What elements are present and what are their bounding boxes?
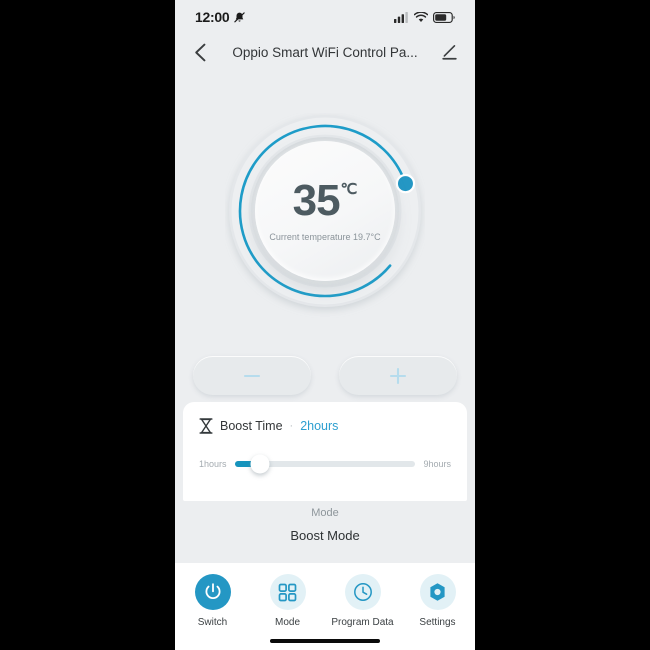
phone-screen: 12:00 Oppio Smart WiFi Control Pa... 35 … <box>175 0 475 650</box>
nav-icon-bg-settings <box>419 574 456 610</box>
temperature-dial[interactable]: 35 ℃ Current temperature 19.7°C <box>225 113 425 318</box>
boost-time-label: Boost Time <box>220 419 283 433</box>
back-button[interactable] <box>183 35 217 69</box>
pencil-edit-icon <box>441 44 457 60</box>
boost-slider[interactable] <box>234 454 416 474</box>
nav-item-mode[interactable]: Mode <box>250 574 325 628</box>
boost-slider-thumb[interactable] <box>250 454 270 474</box>
boost-separator: · <box>289 420 294 432</box>
nav-icon-bg-mode <box>269 574 306 610</box>
dial-center: 35 ℃ Current temperature 19.7°C <box>255 141 395 281</box>
hourglass-icon <box>199 418 213 434</box>
boost-time-card: Boost Time · 2hours 1hours 9hours <box>183 402 467 501</box>
cellular-signal-icon <box>394 11 408 23</box>
app-header: Oppio Smart WiFi Control Pa... <box>175 34 475 70</box>
clock-icon <box>353 583 372 601</box>
nav-icon-bg-switch <box>194 574 231 610</box>
nav-item-program-data[interactable]: Program Data <box>325 574 400 628</box>
boost-time-value: 2hours <box>300 419 339 433</box>
power-icon <box>205 583 220 599</box>
temperature-decrease-button[interactable] <box>193 356 311 395</box>
minus-icon <box>243 374 261 377</box>
nav-label-program-data: Program Data <box>331 617 394 628</box>
page-title: Oppio Smart WiFi Control Pa... <box>232 44 418 60</box>
bell-slash-icon <box>234 11 246 22</box>
mode-value[interactable]: Boost Mode <box>175 528 475 543</box>
target-temperature: 35 ℃ <box>292 175 358 225</box>
grid-squares-icon <box>278 583 297 601</box>
status-bar: 12:00 <box>175 0 475 34</box>
home-indicator <box>270 639 380 643</box>
nav-label-settings: Settings <box>419 617 456 628</box>
nav-icon-bg-program-data <box>344 574 381 610</box>
plus-icon <box>389 367 407 384</box>
boost-slider-row: 1hours 9hours <box>199 454 451 474</box>
target-temperature-value: 35 <box>292 175 341 225</box>
temperature-unit: ℃ <box>340 180 358 198</box>
status-bar-right <box>394 11 455 23</box>
nav-item-settings[interactable]: Settings <box>400 574 475 628</box>
edit-button[interactable] <box>433 35 467 69</box>
bottom-navigation: Switch Mode Program Data Settings <box>175 563 475 650</box>
nav-label-switch: Switch <box>197 617 228 628</box>
temperature-adjust-row <box>193 356 457 395</box>
status-bar-left: 12:00 <box>195 9 246 25</box>
nav-item-switch[interactable]: Switch <box>175 574 250 628</box>
slider-max-label: 9hours <box>423 459 451 469</box>
chevron-left-icon <box>194 43 205 61</box>
hex-gear-icon <box>430 583 445 601</box>
battery-icon <box>433 11 455 23</box>
nav-label-mode: Mode <box>274 617 300 628</box>
wifi-icon <box>414 11 428 22</box>
mode-label: Mode <box>311 507 339 519</box>
temperature-increase-button[interactable] <box>339 356 457 395</box>
slider-min-label: 1hours <box>199 459 227 469</box>
status-bar-clock: 12:00 <box>195 9 230 25</box>
mode-block: Mode Boost Mode <box>175 507 475 543</box>
boost-time-header: Boost Time · 2hours <box>199 418 451 434</box>
current-temperature-text: Current temperature 19.7°C <box>269 232 381 243</box>
